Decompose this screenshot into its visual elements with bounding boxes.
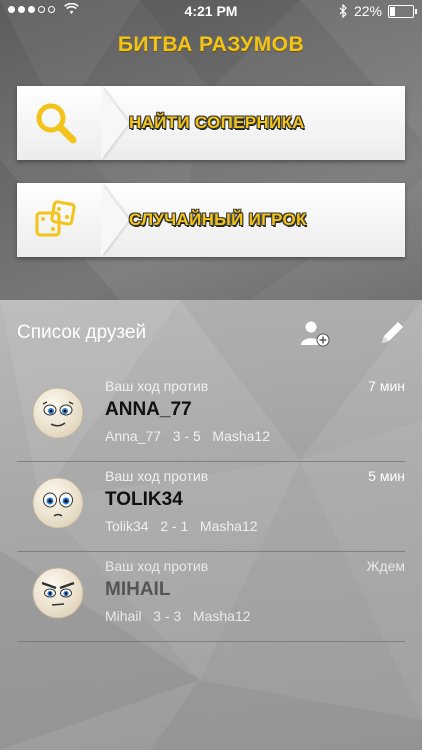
status-waiting: Ждем [366,558,405,574]
search-icon [36,103,77,144]
friend-row[interactable]: Ваш ход против Ждем MIHAIL Mihail 3 - 3 … [17,552,405,642]
friend-name: ANNA_77 [105,399,192,420]
row-divider [17,641,405,642]
turn-text: Ваш ход против [105,558,209,574]
dice-icon [35,200,76,237]
button-arrow [101,183,129,257]
bluetooth-icon [339,4,347,18]
battery-icon [388,4,417,18]
button-arrow [101,86,129,160]
find-opponent-label: НАЙТИ СОПЕРНИКА [129,113,305,132]
friend-row[interactable]: Ваш ход против 7 мин ANNA_77 Anna_77 3 -… [17,372,405,462]
friends-list-title: Список друзей [17,322,147,343]
match-score: Mihail 3 - 3 Masha12 [105,608,251,624]
app-title: БИТВА РАЗУМОВ [117,33,305,56]
friend-row[interactable]: Ваш ход против 5 мин TOLIK34 Tolik34 2 -… [17,462,405,552]
time-ago: 5 мин [368,468,405,484]
friend-name: MIHAIL [105,579,171,600]
avatar [32,567,84,619]
find-opponent-button[interactable]: НАЙТИ СОПЕРНИКА [17,86,405,160]
turn-text: Ваш ход против [105,378,209,394]
friend-name: TOLIK34 [105,489,183,510]
battery-percent: 22% [353,3,382,19]
status-bar: 4:21 PM 22% [0,0,422,22]
pencil-icon[interactable] [377,318,407,348]
match-score: Tolik34 2 - 1 Masha12 [105,518,258,534]
random-player-button[interactable]: СЛУЧАЙНЫЙ ИГРОК [17,183,405,257]
avatar [32,387,84,439]
avatar [32,477,84,529]
battery-fill [390,6,395,16]
random-player-label: СЛУЧАЙНЫЙ ИГРОК [129,210,307,229]
match-score: Anna_77 3 - 5 Masha12 [105,428,270,444]
add-user-icon[interactable] [300,318,330,348]
turn-text: Ваш ход против [105,468,209,484]
time-ago: 7 мин [368,378,405,394]
